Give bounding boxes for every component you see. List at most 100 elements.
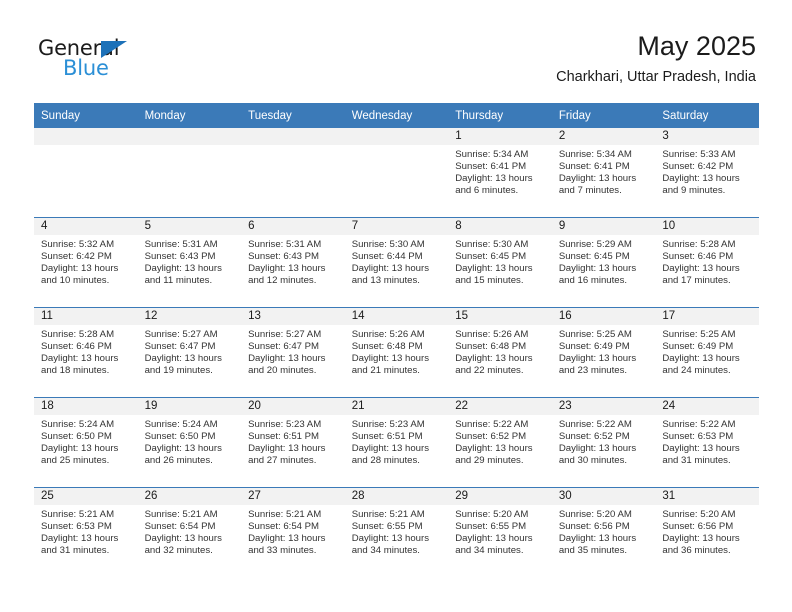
day-cell-details: Sunrise: 5:24 AM Sunset: 6:50 PM Daylight:… xyxy=(138,415,242,467)
calendar-day-cell[interactable]: 22 Sunrise: 5:22 AM Sunset: 6:52 PM Dayligh… xyxy=(448,397,552,488)
sunrise-text: Sunrise: 5:32 AM xyxy=(41,239,115,250)
calendar-day-cell[interactable]: 6 Sunrise: 5:31 AM Sunset: 6:43 PM Daylight… xyxy=(241,217,345,308)
sunset-text: Sunset: 6:52 PM xyxy=(455,431,527,443)
calendar-day-cell[interactable]: 31 Sunrise: 5:20 AM Sunset: 6:56 PM Dayligh… xyxy=(655,487,759,577)
day-cell-details: Sunrise: 5:23 AM Sunset: 6:51 PM Daylight:… xyxy=(345,415,449,467)
calendar-day-cell[interactable]: 15 Sunrise: 5:26 AM Sunset: 6:48 PM Dayligh… xyxy=(448,307,552,398)
calendar-day-cell[interactable]: 30 Sunrise: 5:20 AM Sunset: 6:56 PM Dayligh… xyxy=(551,487,656,577)
daylight-text-line2: and 31 minutes. xyxy=(662,455,731,467)
daylight-text-line1: Daylight: 13 hours xyxy=(144,353,222,365)
calendar-day-cell[interactable]: 18 Sunrise: 5:24 AM Sunset: 6:50 PM Dayligh… xyxy=(34,397,138,488)
weekday-header-thursday: Thursday xyxy=(448,103,552,128)
sunrise-text: Sunrise: 5:30 AM xyxy=(455,239,529,250)
day-cell-inner: 17 Sunrise: 5:25 AM Sunset: 6:49 PM Dayligh… xyxy=(655,308,759,397)
sunset-text: Sunset: 6:51 PM xyxy=(351,431,423,443)
sunset-text: Sunset: 6:50 PM xyxy=(144,431,216,443)
calendar-day-cell[interactable]: 27 Sunrise: 5:21 AM Sunset: 6:54 PM Dayligh… xyxy=(241,487,345,577)
day-cell-details: Sunrise: 5:20 AM Sunset: 6:55 PM Daylight:… xyxy=(448,505,552,557)
daylight-text-line1: Daylight: 13 hours xyxy=(662,533,740,545)
day-cell-details: Sunrise: 5:22 AM Sunset: 6:52 PM Daylight:… xyxy=(448,415,552,467)
sunset-text: Sunset: 6:53 PM xyxy=(662,431,734,443)
day-cell-details: Sunrise: 5:33 AM Sunset: 6:42 PM Daylight:… xyxy=(655,145,759,197)
sunrise-text: Sunrise: 5:34 AM xyxy=(558,149,632,160)
sunset-text: Sunset: 6:55 PM xyxy=(351,521,423,533)
calendar-day-cell[interactable]: 11 Sunrise: 5:28 AM Sunset: 6:46 PM Dayligh… xyxy=(34,307,138,398)
calendar-day-cell[interactable]: 5 Sunrise: 5:31 AM Sunset: 6:43 PM Daylight… xyxy=(137,217,242,308)
calendar-day-cell[interactable]: 16 Sunrise: 5:25 AM Sunset: 6:49 PM Dayligh… xyxy=(551,307,656,398)
calendar-day-cell[interactable]: 28 Sunrise: 5:21 AM Sunset: 6:55 PM Dayligh… xyxy=(344,487,449,577)
day-number: 3 xyxy=(655,128,759,145)
calendar-day-cell[interactable]: 21 Sunrise: 5:23 AM Sunset: 6:51 PM Dayligh… xyxy=(344,397,449,488)
calendar-day-cell[interactable]: 19 Sunrise: 5:24 AM Sunset: 6:50 PM Dayligh… xyxy=(137,397,242,488)
calendar-day-cell[interactable]: 7 Sunrise: 5:30 AM Sunset: 6:44 PM Daylight… xyxy=(344,217,449,308)
day-cell-inner: 24 Sunrise: 5:22 AM Sunset: 6:53 PM Dayligh… xyxy=(655,398,759,487)
daylight-text-line2: and 31 minutes. xyxy=(41,545,110,557)
daylight-text-line1: Daylight: 13 hours xyxy=(248,263,326,275)
daylight-text-line1: Daylight: 13 hours xyxy=(144,443,222,455)
calendar-day-cell[interactable]: 25 Sunrise: 5:21 AM Sunset: 6:53 PM Dayligh… xyxy=(34,487,138,577)
calendar-body: 1 Sunrise: 5:34 AM Sunset: 6:41 PM Daylight… xyxy=(34,128,759,577)
daylight-text-line2: and 23 minutes. xyxy=(558,365,628,377)
calendar-day-cell[interactable]: 29 Sunrise: 5:20 AM Sunset: 6:55 PM Dayligh… xyxy=(448,487,552,577)
day-number: 6 xyxy=(241,218,345,235)
daylight-text-line1: Daylight: 13 hours xyxy=(662,443,740,455)
calendar-day-cell[interactable]: 4 Sunrise: 5:32 AM Sunset: 6:42 PM Daylight… xyxy=(34,217,138,308)
calendar-day-cell[interactable]: 12 Sunrise: 5:27 AM Sunset: 6:47 PM Dayligh… xyxy=(137,307,242,398)
calendar-day-cell[interactable]: 26 Sunrise: 5:21 AM Sunset: 6:54 PM Dayligh… xyxy=(137,487,242,577)
calendar-day-cell[interactable]: 13 Sunrise: 5:27 AM Sunset: 6:47 PM Dayligh… xyxy=(241,307,345,398)
day-number: 9 xyxy=(551,218,656,235)
day-cell-details: Sunrise: 5:31 AM Sunset: 6:43 PM Daylight:… xyxy=(241,235,345,287)
day-number xyxy=(34,128,138,145)
sunset-text: Sunset: 6:49 PM xyxy=(662,341,734,353)
day-number: 22 xyxy=(448,398,552,415)
calendar-day-cell[interactable]: 3 Sunrise: 5:33 AM Sunset: 6:42 PM Daylight… xyxy=(655,128,759,218)
sunrise-text: Sunrise: 5:22 AM xyxy=(455,419,529,430)
daylight-text-line2: and 36 minutes. xyxy=(662,545,731,557)
calendar-grid: Sunday Monday Tuesday Wednesday Thursday Frid… xyxy=(34,103,759,577)
daylight-text-line1: Daylight: 13 hours xyxy=(351,263,430,275)
day-number xyxy=(344,128,449,145)
weekday-header-saturday: Saturday xyxy=(655,103,759,128)
calendar-day-cell[interactable]: 8 Sunrise: 5:30 AM Sunset: 6:45 PM Daylight… xyxy=(448,217,552,308)
calendar-day-cell[interactable]: 10 Sunrise: 5:28 AM Sunset: 6:46 PM Dayligh… xyxy=(655,217,759,308)
sunrise-text: Sunrise: 5:34 AM xyxy=(455,149,529,160)
sunset-text: Sunset: 6:46 PM xyxy=(41,341,112,353)
daylight-text-line1: Daylight: 13 hours xyxy=(455,443,533,455)
sunset-text: Sunset: 6:43 PM xyxy=(144,251,216,263)
daylight-text-line1: Daylight: 13 hours xyxy=(351,533,430,545)
sunset-text: Sunset: 6:43 PM xyxy=(248,251,320,263)
calendar-day-cell[interactable]: 20 Sunrise: 5:23 AM Sunset: 6:51 PM Dayligh… xyxy=(241,397,345,488)
calendar-day-cell[interactable]: 17 Sunrise: 5:25 AM Sunset: 6:49 PM Dayligh… xyxy=(655,307,759,398)
day-cell-inner: 23 Sunrise: 5:22 AM Sunset: 6:52 PM Dayligh… xyxy=(551,398,656,487)
day-number: 23 xyxy=(551,398,656,415)
weekday-header-friday: Friday xyxy=(551,103,656,128)
calendar-day-cell[interactable]: 1 Sunrise: 5:34 AM Sunset: 6:41 PM Daylight… xyxy=(448,128,552,218)
daylight-text-line1: Daylight: 13 hours xyxy=(662,353,740,365)
day-number: 13 xyxy=(241,308,345,325)
day-number: 26 xyxy=(137,488,242,505)
calendar-day-cell[interactable]: 24 Sunrise: 5:22 AM Sunset: 6:53 PM Dayligh… xyxy=(655,397,759,488)
daylight-text-line2: and 34 minutes. xyxy=(351,545,420,557)
daylight-text-line2: and 34 minutes. xyxy=(455,545,524,557)
sunset-text: Sunset: 6:45 PM xyxy=(455,251,527,263)
daylight-text-line2: and 33 minutes. xyxy=(248,545,317,557)
daylight-text-line1: Daylight: 13 hours xyxy=(455,263,533,275)
day-cell-inner: 16 Sunrise: 5:25 AM Sunset: 6:49 PM Dayligh… xyxy=(551,308,656,397)
sunset-text: Sunset: 6:56 PM xyxy=(662,521,734,533)
sunrise-text: Sunrise: 5:24 AM xyxy=(144,419,218,430)
calendar-week-row: 18 Sunrise: 5:24 AM Sunset: 6:50 PM Dayligh… xyxy=(34,397,759,488)
sunset-text: Sunset: 6:47 PM xyxy=(144,341,216,353)
general-blue-logo[interactable]: General Blue xyxy=(38,36,158,84)
calendar-day-cell[interactable]: 23 Sunrise: 5:22 AM Sunset: 6:52 PM Dayligh… xyxy=(551,397,656,488)
sunrise-text: Sunrise: 5:20 AM xyxy=(558,509,632,520)
calendar-day-cell[interactable]: 2 Sunrise: 5:34 AM Sunset: 6:41 PM Daylight… xyxy=(551,128,656,218)
sunset-text: Sunset: 6:42 PM xyxy=(41,251,112,263)
day-number: 2 xyxy=(551,128,656,145)
calendar-day-cell[interactable]: 9 Sunrise: 5:29 AM Sunset: 6:45 PM Daylight… xyxy=(551,217,656,308)
sunset-text: Sunset: 6:46 PM xyxy=(662,251,734,263)
sunset-text: Sunset: 6:52 PM xyxy=(558,431,630,443)
daylight-text-line2: and 19 minutes. xyxy=(144,365,213,377)
day-cell-details: Sunrise: 5:32 AM Sunset: 6:42 PM Daylight:… xyxy=(34,235,138,287)
day-cell-inner xyxy=(241,128,345,217)
calendar-day-cell[interactable]: 14 Sunrise: 5:26 AM Sunset: 6:48 PM Dayligh… xyxy=(344,307,449,398)
